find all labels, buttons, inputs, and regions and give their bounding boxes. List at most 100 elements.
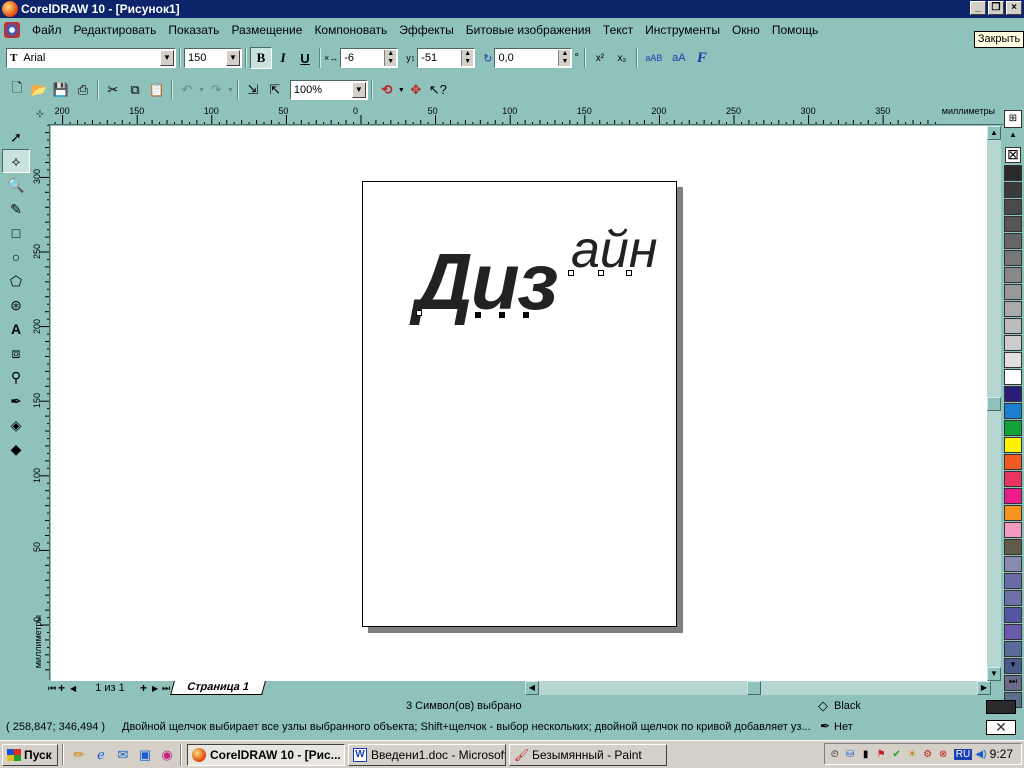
basic-shapes-tool-icon[interactable]: ⊛ — [2, 293, 30, 317]
font-size-combo[interactable]: 150 ▼ — [184, 48, 242, 68]
palette-scroll-down-icon[interactable]: ▼ — [1005, 660, 1021, 672]
restore-button[interactable]: ❐ — [988, 1, 1004, 15]
first-page-icon[interactable]: ⏮ — [48, 683, 58, 694]
pick-tool-icon[interactable]: ➚ — [2, 125, 30, 149]
task-paint[interactable]: 🖌 Безымянный - Paint — [509, 743, 667, 766]
palette-swatch[interactable] — [1004, 471, 1022, 487]
cut-icon[interactable]: ✂ — [102, 79, 124, 101]
subscript-button[interactable]: x₂ — [611, 47, 633, 69]
menu-view[interactable]: Показать — [162, 23, 225, 37]
menu-effects[interactable]: Эффекты — [393, 23, 460, 37]
save-icon[interactable]: 💾 — [50, 79, 72, 101]
import-icon[interactable]: ⇲ — [242, 79, 264, 101]
scroll-left-icon[interactable]: ◀ — [525, 681, 539, 695]
palette-swatch[interactable] — [1004, 522, 1022, 538]
open-folder-icon[interactable]: 📂 — [28, 79, 50, 101]
tray-volume-icon[interactable]: ◀) — [974, 747, 987, 762]
ruler-origin-icon[interactable]: ⊹ — [32, 105, 48, 125]
palette-swatch[interactable] — [1004, 369, 1022, 385]
text-tool-icon[interactable]: A — [2, 317, 30, 341]
add-page-before-icon[interactable]: + — [58, 681, 70, 695]
document-icon[interactable] — [4, 21, 20, 38]
minimize-button[interactable]: _ — [970, 1, 986, 15]
scroll-down-icon[interactable]: ▼ — [987, 667, 1001, 681]
shape-tool-icon[interactable]: ⟡ — [2, 149, 30, 173]
scroll-up-icon[interactable]: ▲ — [987, 126, 1001, 140]
menu-tools[interactable]: Инструменты — [639, 23, 726, 37]
chevron-down-icon[interactable]: ▼ — [227, 87, 234, 94]
underline-button[interactable]: U — [294, 47, 316, 69]
palette-swatch[interactable] — [1004, 454, 1022, 470]
add-page-after-icon[interactable]: + — [140, 681, 152, 695]
quicklaunch-app-icon[interactable]: ◉ — [156, 744, 178, 766]
undo-icon[interactable]: ↶ — [176, 79, 198, 101]
menu-arrange[interactable]: Компоновать — [308, 23, 393, 37]
chevron-down-icon[interactable]: ▼ — [160, 50, 174, 66]
print-icon[interactable]: ⎙ — [72, 79, 94, 101]
tray-language-indicator[interactable]: RU — [953, 748, 973, 760]
chevron-down-icon[interactable]: ▼ — [226, 50, 240, 66]
no-color-swatch[interactable]: ⊠ — [1005, 147, 1021, 163]
tray-schedule-icon[interactable]: ⏲ — [828, 747, 841, 762]
palette-swatch[interactable] — [1004, 590, 1022, 606]
h-scroll-thumb[interactable] — [747, 681, 761, 695]
palette-swatch[interactable] — [1004, 165, 1022, 181]
tray-sun-icon[interactable]: ☀ — [905, 747, 918, 762]
rectangle-tool-icon[interactable]: □ — [2, 221, 30, 245]
drawing-page[interactable]: Диз айн — [362, 181, 677, 627]
character-rotation-input[interactable]: 0,0 ▲ ▼ — [494, 48, 573, 68]
export-icon[interactable]: ⇱ — [264, 79, 286, 101]
palette-swatch[interactable] — [1004, 386, 1022, 402]
horizontal-ruler[interactable]: 200 150 100 50 0 50 100 150 200 250 300 350 миллиме… — [48, 105, 1003, 125]
menu-bitmaps[interactable]: Битовые изображения — [460, 23, 597, 37]
close-button[interactable]: × — [1006, 1, 1022, 15]
glyph-node[interactable] — [416, 310, 422, 316]
palette-swatch[interactable] — [1004, 335, 1022, 351]
bold-button[interactable]: B — [250, 47, 272, 69]
menu-window[interactable]: Окно — [726, 23, 766, 37]
quicklaunch-pencil-icon[interactable]: ✏ — [68, 744, 90, 766]
start-button[interactable]: Пуск — [2, 743, 58, 766]
chevron-down-icon[interactable]: ▼ — [351, 82, 366, 98]
superscript-button[interactable]: x² — [589, 47, 611, 69]
palette-swatch[interactable] — [1004, 403, 1022, 419]
copy-icon[interactable]: ⧉ — [124, 79, 146, 101]
scroll-thumb[interactable] — [987, 397, 1001, 411]
spinner-icon[interactable]: ▲ ▼ — [461, 50, 474, 66]
redo-icon[interactable]: ↷ — [205, 79, 227, 101]
font-name-combo[interactable]: T Arial ▼ — [6, 48, 176, 68]
palette-swatch[interactable] — [1004, 284, 1022, 300]
tray-network-icon[interactable]: ⛁ — [843, 747, 856, 762]
palette-swatch[interactable] — [1004, 505, 1022, 521]
palette-swatch[interactable] — [1004, 539, 1022, 555]
tray-check-icon[interactable]: ✔ — [890, 747, 903, 762]
tray-antivirus-icon[interactable]: ⚑ — [874, 747, 887, 762]
palette-swatch[interactable] — [1004, 488, 1022, 504]
scroll-right-icon[interactable]: ▶ — [977, 681, 991, 695]
palette-swatch[interactable] — [1004, 182, 1022, 198]
zoom-level-combo[interactable]: 100% ▼ — [289, 80, 368, 100]
outline-tool-icon[interactable]: ✒ — [2, 389, 30, 413]
next-page-icon[interactable]: ▶ — [152, 684, 162, 693]
main-text-object[interactable]: Диз — [415, 242, 558, 322]
show-desktop-icon[interactable]: ▣ — [134, 744, 156, 766]
menu-edit[interactable]: Редактировать — [68, 23, 163, 37]
palette-swatch[interactable] — [1004, 267, 1022, 283]
tray-battery-icon[interactable]: ▮ — [859, 747, 872, 762]
vertical-shift-input[interactable]: -51 ▲ ▼ — [417, 48, 476, 68]
application-launcher-icon[interactable]: ⟲ — [376, 79, 398, 101]
palette-swatch[interactable] — [1004, 607, 1022, 623]
fill-color-swatch[interactable] — [986, 700, 1016, 714]
palette-swatch[interactable] — [1004, 301, 1022, 317]
menu-layout[interactable]: Размещение — [225, 23, 308, 37]
palette-swatch[interactable] — [1004, 216, 1022, 232]
page-tab-1[interactable]: Страница 1 — [170, 681, 266, 695]
zoom-tool-icon[interactable]: 🔍 — [2, 173, 30, 197]
glyph-node[interactable] — [523, 312, 529, 318]
palette-swatch[interactable] — [1004, 624, 1022, 640]
fill-tool-icon[interactable]: ◈ — [2, 413, 30, 437]
corel-online-icon[interactable]: ✥ — [405, 79, 427, 101]
menu-file[interactable]: Файл — [26, 23, 68, 37]
palette-swatch[interactable] — [1004, 250, 1022, 266]
palette-expand-icon[interactable]: ⏭ — [1005, 676, 1021, 690]
